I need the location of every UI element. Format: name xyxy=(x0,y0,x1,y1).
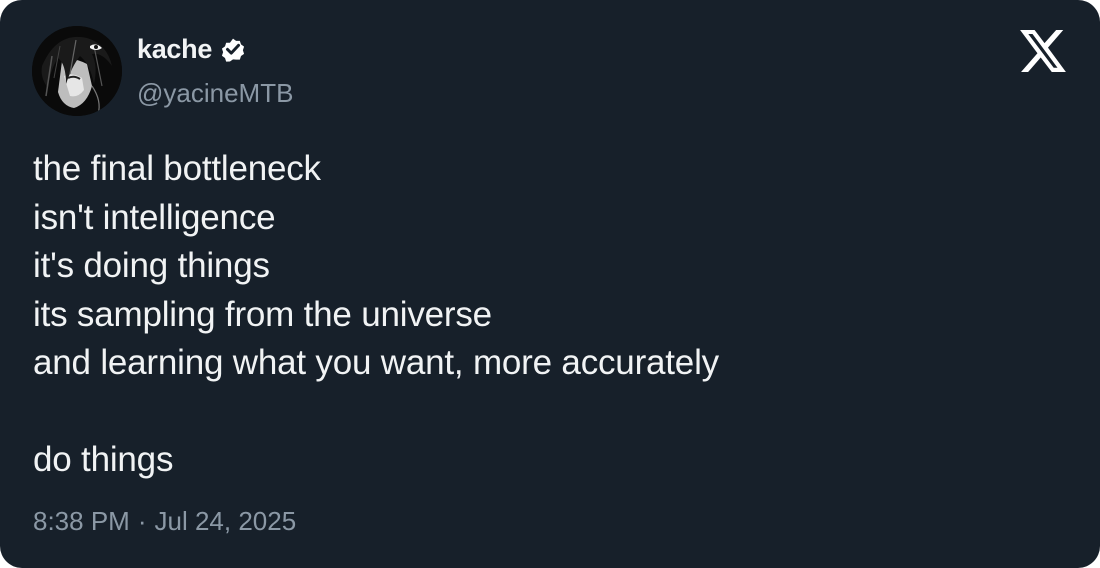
tweet-line: it's doing things xyxy=(33,246,270,285)
display-name[interactable]: kache xyxy=(137,34,212,65)
tweet-line: isn't intelligence xyxy=(33,197,276,237)
timestamp-separator: · xyxy=(137,506,147,536)
author-name-row: kache xyxy=(137,31,248,67)
tweet-line: and learning what you want, more accurat… xyxy=(33,343,719,382)
tweet-card: kache @yacineMTB the final bottleneck is… xyxy=(0,0,1100,568)
tweet-line: the final bottleneck xyxy=(33,149,321,188)
timestamp-date: Jul 24, 2025 xyxy=(154,506,297,536)
anime-avatar-icon xyxy=(32,26,122,116)
timestamp-time: 8:38 PM xyxy=(33,506,130,536)
author-handle[interactable]: @yacineMTB xyxy=(137,78,293,109)
tweet-line: do things xyxy=(33,440,174,479)
x-logo-icon[interactable] xyxy=(1020,30,1066,72)
tweet-text: the final bottleneck isn't intelligence … xyxy=(33,145,1053,485)
timestamp[interactable]: 8:38 PM · Jul 24, 2025 xyxy=(33,506,296,537)
avatar[interactable] xyxy=(32,26,122,116)
tweet-line: its sampling from the universe xyxy=(33,294,492,334)
verified-badge-icon xyxy=(222,38,245,62)
